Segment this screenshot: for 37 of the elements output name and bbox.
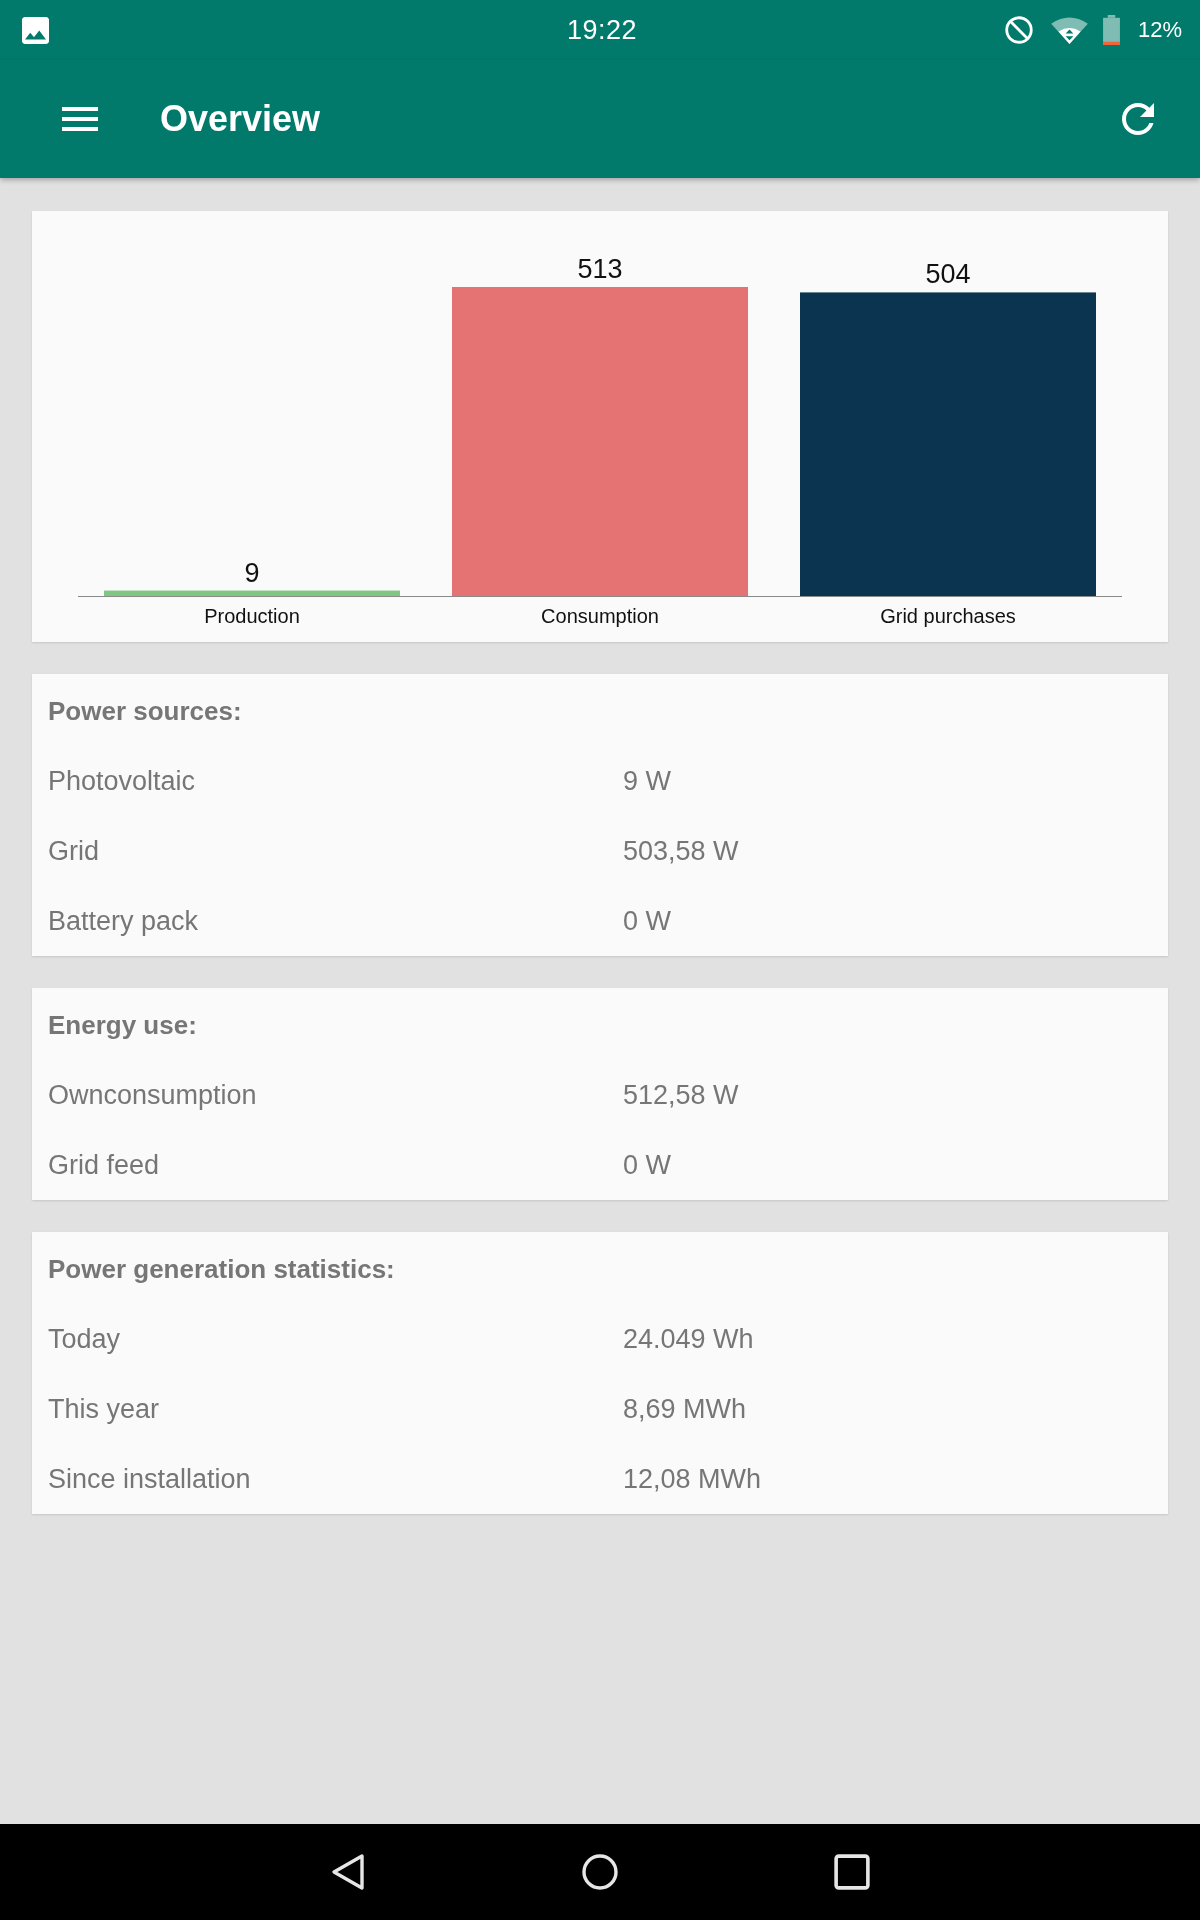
row-value: 503,58 W (623, 835, 739, 867)
row-label: Battery pack (48, 905, 199, 937)
row-label: Photovoltaic (48, 765, 196, 797)
row-label: Today (48, 1323, 121, 1355)
back-icon[interactable] (330, 1853, 366, 1891)
row-label: Grid (48, 835, 99, 867)
bar-value-label: 9 (244, 557, 260, 588)
row-value: 0 W (623, 905, 671, 937)
row-value: 12,08 MWh (623, 1463, 762, 1495)
bar-value-label: 504 (925, 259, 971, 290)
recent-apps-icon[interactable] (834, 1853, 870, 1891)
row-label: This year (48, 1393, 160, 1425)
menu-icon[interactable] (62, 107, 98, 131)
row-value: 24.049 Wh (623, 1323, 754, 1355)
battery-percent: 12% (1137, 17, 1182, 43)
row-value: 9 W (623, 765, 671, 797)
image-icon (22, 16, 49, 44)
row-label: Since installation (48, 1463, 251, 1495)
row-label: Ownconsumption (48, 1079, 257, 1111)
row-value: 0 W (623, 1149, 671, 1181)
category-label: Production (204, 605, 300, 627)
section-title: Power sources: (48, 695, 242, 727)
category-label: Grid purchases (880, 605, 1016, 627)
row-label: Grid feed (48, 1149, 160, 1181)
section-title: Energy use: (48, 1009, 197, 1041)
wifi-icon (1050, 16, 1088, 44)
section-title: Power generation statistics: (48, 1253, 395, 1285)
do-not-disturb-icon (1004, 16, 1033, 44)
row-value: 512,58 W (623, 1079, 739, 1111)
refresh-icon[interactable] (1122, 103, 1154, 135)
battery-icon (1102, 15, 1120, 45)
bar-value-label: 513 (577, 254, 623, 284)
screen-title: Overview (160, 98, 321, 140)
status-time: 19:22 (566, 14, 638, 46)
home-icon[interactable] (582, 1853, 618, 1891)
category-label: Consumption (541, 605, 659, 627)
row-value: 8,69 MWh (623, 1393, 747, 1425)
